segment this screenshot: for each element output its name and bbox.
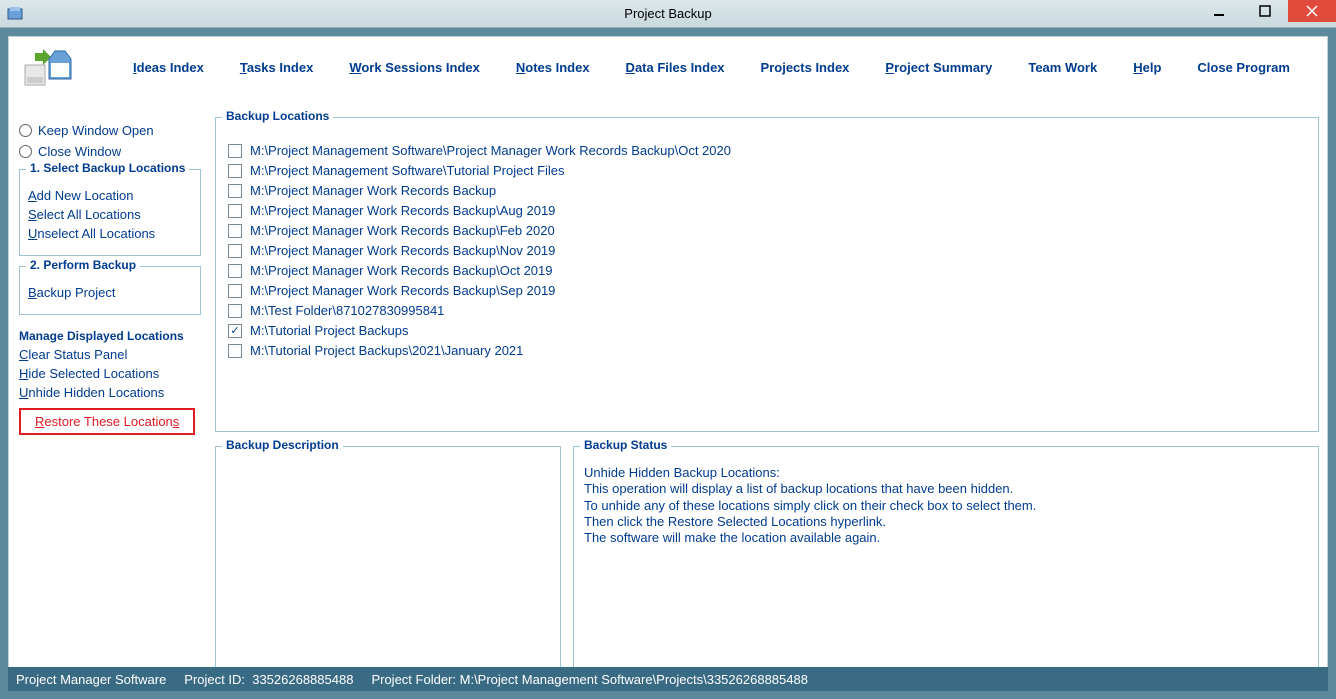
status-project-id: Project ID: 33526268885488: [184, 672, 353, 687]
outer-frame: Ideas Index Tasks Index Work Sessions In…: [0, 28, 1336, 699]
backup-location-label: M:\Project Manager Work Records Backup: [250, 183, 496, 198]
backup-location-row[interactable]: M:\Tutorial Project Backups\2021\January…: [228, 343, 1300, 358]
checkbox-icon[interactable]: [228, 244, 242, 258]
backup-location-row[interactable]: M:\Project Manager Work Records Backup\O…: [228, 263, 1300, 278]
link-clear-status-panel[interactable]: Clear Status Panel: [19, 347, 201, 362]
menu-notes-index[interactable]: Notes Index: [516, 60, 590, 75]
checkbox-icon[interactable]: ✓: [228, 324, 242, 338]
group-title: Backup Locations: [222, 109, 333, 123]
status-text: Unhide Hidden Backup Locations:This oper…: [584, 465, 1308, 546]
backup-location-row[interactable]: M:\Project Manager Work Records Backup\S…: [228, 283, 1300, 298]
menu-ideas-index[interactable]: Ideas Index: [133, 60, 204, 75]
radio-close-window[interactable]: Close Window: [19, 144, 201, 159]
menu-project-summary[interactable]: Project Summary: [885, 60, 992, 75]
menubar: Ideas Index Tasks Index Work Sessions In…: [9, 37, 1327, 97]
status-line: Unhide Hidden Backup Locations:: [584, 465, 1308, 481]
backup-location-label: M:\Test Folder\871027830995841: [250, 303, 444, 318]
link-hide-selected-locations[interactable]: Hide Selected Locations: [19, 366, 201, 381]
checkbox-icon[interactable]: [228, 284, 242, 298]
checkbox-icon[interactable]: [228, 224, 242, 238]
backup-location-label: M:\Project Manager Work Records Backup\F…: [250, 223, 555, 238]
checkbox-icon[interactable]: [228, 344, 242, 358]
link-unhide-hidden-locations[interactable]: Unhide Hidden Locations: [19, 385, 201, 400]
backup-location-row[interactable]: M:\Project Manager Work Records Backup\A…: [228, 203, 1300, 218]
group-backup-status: Backup Status Unhide Hidden Backup Locat…: [573, 446, 1319, 690]
backup-location-label: M:\Project Management Software\Project M…: [250, 143, 731, 158]
radio-keep-window-open[interactable]: Keep Window Open: [19, 123, 201, 138]
group-title: Backup Status: [580, 438, 671, 452]
group-title: 1. Select Backup Locations: [26, 161, 189, 175]
statusbar: Project Manager Software Project ID: 335…: [8, 667, 1328, 691]
checkbox-icon[interactable]: [228, 304, 242, 318]
link-unselect-all-locations[interactable]: Unselect All Locations: [28, 226, 192, 241]
backup-location-row[interactable]: ✓ M:\Tutorial Project Backups: [228, 323, 1300, 338]
backup-location-label: M:\Project Management Software\Tutorial …: [250, 163, 565, 178]
group-title: 2. Perform Backup: [26, 258, 140, 272]
menu-projects-index[interactable]: Projects Index: [761, 60, 850, 75]
status-app-name: Project Manager Software: [16, 672, 166, 687]
menu-help[interactable]: Help: [1133, 60, 1161, 75]
radio-icon: [19, 145, 32, 158]
group-perform-backup: 2. Perform Backup Backup Project: [19, 266, 201, 315]
backup-location-row[interactable]: M:\Project Manager Work Records Backup\N…: [228, 243, 1300, 258]
link-backup-project[interactable]: Backup Project: [28, 285, 192, 300]
content-area: Backup Locations M:\Project Management S…: [209, 117, 1327, 690]
backup-location-label: M:\Project Manager Work Records Backup\O…: [250, 263, 553, 278]
backup-location-row[interactable]: M:\Project Management Software\Project M…: [228, 143, 1300, 158]
link-restore-these-locations[interactable]: Restore These Locations: [35, 414, 179, 429]
checkbox-icon[interactable]: [228, 264, 242, 278]
link-add-new-location[interactable]: Add New Location: [28, 188, 192, 203]
backup-locations-list[interactable]: M:\Project Management Software\Project M…: [228, 138, 1306, 421]
status-line: The software will make the location avai…: [584, 530, 1308, 546]
checkbox-icon[interactable]: [228, 164, 242, 178]
backup-location-row[interactable]: M:\Project Management Software\Tutorial …: [228, 163, 1300, 178]
checkbox-icon[interactable]: [228, 204, 242, 218]
sidebar: Keep Window Open Close Window 1. Select …: [9, 117, 209, 690]
backup-location-row[interactable]: M:\Project Manager Work Records Backup: [228, 183, 1300, 198]
menu-tasks-index[interactable]: Tasks Index: [240, 60, 313, 75]
backup-location-label: M:\Project Manager Work Records Backup\N…: [250, 243, 555, 258]
backup-location-label: M:\Project Manager Work Records Backup\A…: [250, 203, 555, 218]
close-button[interactable]: [1288, 0, 1336, 22]
maximize-button[interactable]: [1242, 0, 1288, 22]
backup-location-label: M:\Project Manager Work Records Backup\S…: [250, 283, 555, 298]
main-panel: Ideas Index Tasks Index Work Sessions In…: [8, 36, 1328, 691]
status-project-folder: Project Folder: M:\Project Management So…: [371, 672, 808, 687]
close-icon: [1306, 5, 1318, 17]
link-select-all-locations[interactable]: Select All Locations: [28, 207, 192, 222]
minimize-button[interactable]: [1196, 0, 1242, 22]
highlighted-link-container: Restore These Locations: [19, 408, 195, 435]
menu-close-program[interactable]: Close Program: [1197, 60, 1289, 75]
status-line: Then click the Restore Selected Location…: [584, 514, 1308, 530]
status-line: To unhide any of these locations simply …: [584, 498, 1308, 514]
group-backup-description: Backup Description: [215, 446, 561, 690]
label-manage-displayed-locations: Manage Displayed Locations: [19, 329, 201, 343]
minimize-icon: [1213, 5, 1225, 17]
backup-logo-icon: [21, 45, 77, 89]
backup-location-label: M:\Tutorial Project Backups\2021\January…: [250, 343, 523, 358]
window-title: Project Backup: [0, 6, 1336, 21]
backup-location-row[interactable]: M:\Project Manager Work Records Backup\F…: [228, 223, 1300, 238]
backup-location-row[interactable]: M:\Test Folder\871027830995841: [228, 303, 1300, 318]
backup-location-label: M:\Tutorial Project Backups: [250, 323, 408, 338]
radio-icon: [19, 124, 32, 137]
menu-team-work[interactable]: Team Work: [1028, 60, 1097, 75]
window-titlebar: Project Backup: [0, 0, 1336, 28]
status-line: This operation will display a list of ba…: [584, 481, 1308, 497]
menu-work-sessions-index[interactable]: Work Sessions Index: [349, 60, 480, 75]
maximize-icon: [1259, 5, 1271, 17]
group-backup-locations: Backup Locations M:\Project Management S…: [215, 117, 1319, 432]
group-select-backup-locations: 1. Select Backup Locations Add New Locat…: [19, 169, 201, 256]
menu-data-files-index[interactable]: Data Files Index: [626, 60, 725, 75]
checkbox-icon[interactable]: [228, 144, 242, 158]
group-title: Backup Description: [222, 438, 343, 452]
checkbox-icon[interactable]: [228, 184, 242, 198]
